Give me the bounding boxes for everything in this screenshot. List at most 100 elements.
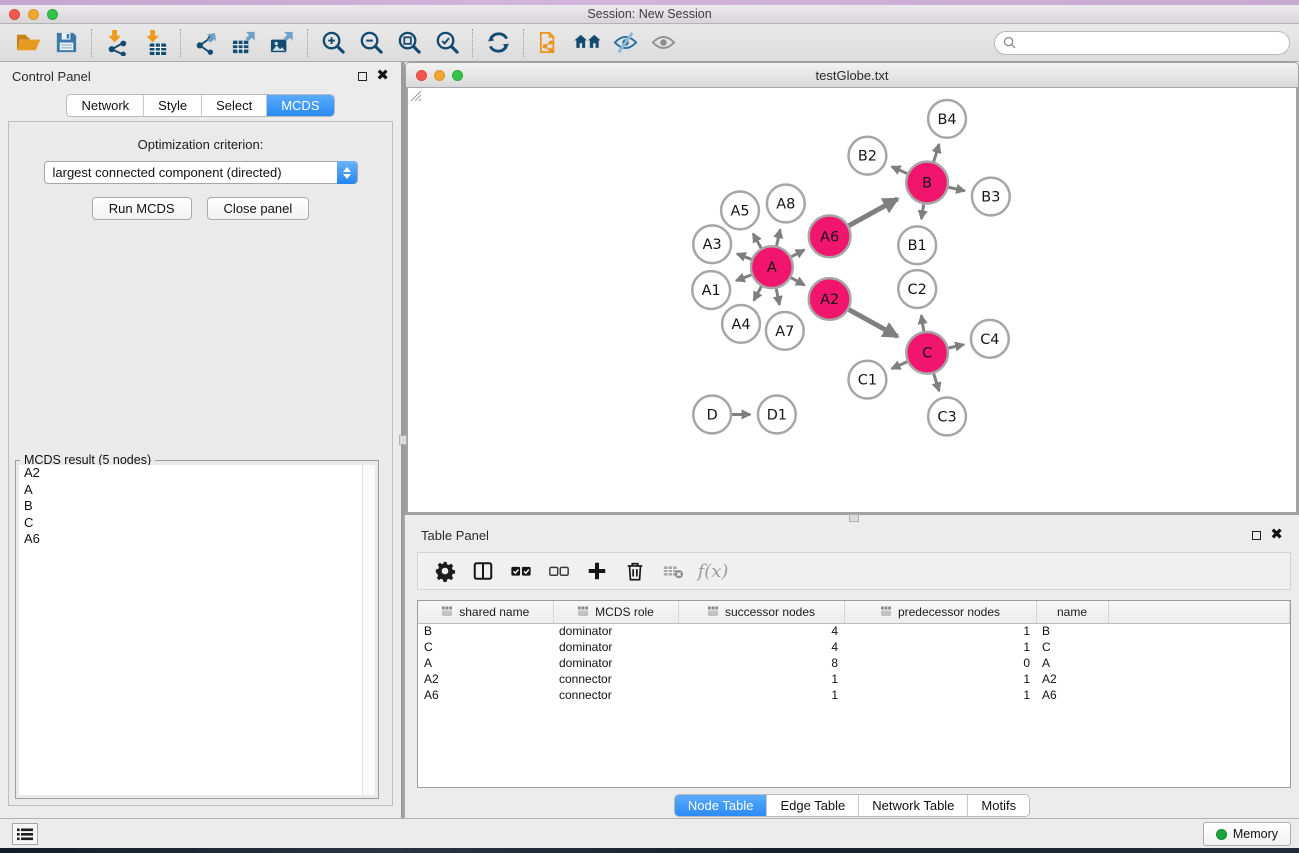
open-session-button[interactable] [9, 26, 47, 60]
network-canvas[interactable]: B4B2BB3A5A8A6A3B1AA1C2A2A4A7CC4C1C3DD1 [406, 88, 1298, 514]
show-hidden-button[interactable] [644, 26, 682, 60]
graph-node-A4[interactable]: A4 [722, 305, 760, 343]
tab-network[interactable]: Network [67, 95, 144, 116]
table-cell[interactable]: 1 [844, 639, 1036, 655]
mcds-result-item[interactable]: A2 [19, 465, 375, 482]
graph-edge-A-A2[interactable] [791, 278, 804, 285]
column-header-successor-nodes[interactable]: successor nodes [678, 601, 844, 623]
graph-edge-A-A3[interactable] [737, 254, 751, 260]
zoom-in-button[interactable] [314, 26, 352, 60]
run-mcds-button[interactable]: Run MCDS [92, 197, 192, 220]
graph-node-B2[interactable]: B2 [849, 137, 887, 175]
graph-node-A2[interactable]: A2 [809, 278, 851, 320]
tab-node-table[interactable]: Node Table [675, 795, 768, 816]
memory-button[interactable]: Memory [1203, 822, 1291, 846]
table-cell[interactable]: 4 [678, 639, 844, 655]
table-cell[interactable]: dominator [553, 655, 678, 671]
save-session-button[interactable] [47, 26, 85, 60]
graph-node-A3[interactable]: A3 [693, 225, 731, 263]
graph-node-C[interactable]: C [906, 332, 948, 374]
deselect-all-button[interactable] [542, 556, 576, 586]
graph-edge-A-A4[interactable] [754, 286, 762, 300]
close-table-panel-icon[interactable]: ✖ [1270, 530, 1283, 540]
graph-node-C2[interactable]: C2 [898, 270, 936, 308]
table-cell[interactable]: A6 [1036, 687, 1108, 703]
import-table-button[interactable] [136, 26, 174, 60]
graph-edge-A-A6[interactable] [791, 250, 804, 257]
tab-edge-table[interactable]: Edge Table [767, 795, 859, 816]
search-box[interactable] [994, 31, 1290, 55]
table-cell[interactable]: connector [553, 687, 678, 703]
mcds-result-item[interactable]: B [19, 498, 375, 515]
graph-edge-C-C3[interactable] [934, 374, 939, 391]
table-cell[interactable]: A [1036, 655, 1108, 671]
table-cell[interactable]: C [418, 639, 553, 655]
graph-node-B1[interactable]: B1 [898, 226, 936, 264]
table-cell[interactable]: C [1036, 639, 1108, 655]
table-row[interactable]: Cdominator41C [418, 639, 1290, 655]
hide-selected-button[interactable] [606, 26, 644, 60]
graph-node-A7[interactable]: A7 [766, 312, 804, 350]
table-cell[interactable]: 1 [844, 623, 1036, 639]
create-view-button[interactable] [568, 26, 606, 60]
zoom-fit-button[interactable] [390, 26, 428, 60]
tab-style[interactable]: Style [144, 95, 202, 116]
column-layout-button[interactable] [466, 556, 500, 586]
column-header-mcds-role[interactable]: MCDS role [553, 601, 678, 623]
tab-mcds[interactable]: MCDS [267, 95, 333, 116]
table-cell[interactable]: connector [553, 671, 678, 687]
mcds-result-item[interactable]: A [19, 482, 375, 499]
graph-edge-B-B2[interactable] [892, 167, 907, 174]
graph-node-A[interactable]: A [751, 246, 793, 288]
resize-grip-icon[interactable] [408, 88, 421, 101]
table-row[interactable]: Bdominator41B [418, 623, 1290, 639]
table-cell[interactable]: 1 [678, 687, 844, 703]
graph-node-B4[interactable]: B4 [928, 100, 966, 138]
graph-node-C4[interactable]: C4 [971, 320, 1009, 358]
zoom-selected-button[interactable] [428, 26, 466, 60]
table-cell[interactable]: dominator [553, 639, 678, 655]
horizontal-splitter-handle[interactable] [849, 514, 859, 522]
table-row[interactable]: A6connector11A6 [418, 687, 1290, 703]
table-cell[interactable]: 4 [678, 623, 844, 639]
task-history-button[interactable] [12, 823, 38, 845]
delete-table-button[interactable] [656, 556, 690, 586]
float-table-panel-icon[interactable] [1252, 531, 1261, 540]
tab-network-table[interactable]: Network Table [859, 795, 968, 816]
close-panel-button[interactable]: Close panel [207, 197, 310, 220]
graph-edge-A-A5[interactable] [753, 234, 761, 248]
table-cell[interactable]: 1 [844, 671, 1036, 687]
table-cell[interactable]: 0 [844, 655, 1036, 671]
graph-node-C1[interactable]: C1 [849, 361, 887, 399]
graph-edge-B-B1[interactable] [921, 204, 923, 219]
graph-node-A6[interactable]: A6 [809, 215, 851, 257]
graph-node-A8[interactable]: A8 [767, 185, 805, 223]
zoom-out-button[interactable] [352, 26, 390, 60]
table-cell[interactable]: B [418, 623, 553, 639]
result-list-scrollbar[interactable] [362, 465, 375, 795]
table-cell[interactable]: A2 [418, 671, 553, 687]
column-header-shared-name[interactable]: shared name [418, 601, 553, 623]
graph-edge-A-A8[interactable] [777, 230, 781, 246]
graph-edge-B-B4[interactable] [934, 144, 939, 161]
mcds-result-item[interactable]: A6 [19, 531, 375, 548]
refresh-view-button[interactable] [479, 26, 517, 60]
graph-edge-A-A7[interactable] [776, 289, 779, 305]
table-cell[interactable]: A [418, 655, 553, 671]
horizontal-splitter[interactable] [405, 515, 1299, 522]
graph-node-B3[interactable]: B3 [972, 178, 1010, 216]
export-table-button[interactable] [225, 26, 263, 60]
tab-motifs[interactable]: Motifs [968, 795, 1029, 816]
table-cell[interactable]: A2 [1036, 671, 1108, 687]
table-cell[interactable]: A6 [418, 687, 553, 703]
select-all-button[interactable] [504, 556, 538, 586]
import-network-button[interactable] [98, 26, 136, 60]
column-header-name[interactable]: name [1036, 601, 1108, 623]
table-cell[interactable]: 1 [678, 671, 844, 687]
network-graph[interactable]: B4B2BB3A5A8A6A3B1AA1C2A2A4A7CC4C1C3DD1 [408, 88, 1296, 512]
add-column-button[interactable] [580, 556, 614, 586]
graph-node-D[interactable]: D [693, 396, 731, 434]
graph-edge-C-C4[interactable] [949, 345, 964, 348]
export-network-button[interactable] [187, 26, 225, 60]
graph-edge-A6-B[interactable] [849, 199, 898, 226]
